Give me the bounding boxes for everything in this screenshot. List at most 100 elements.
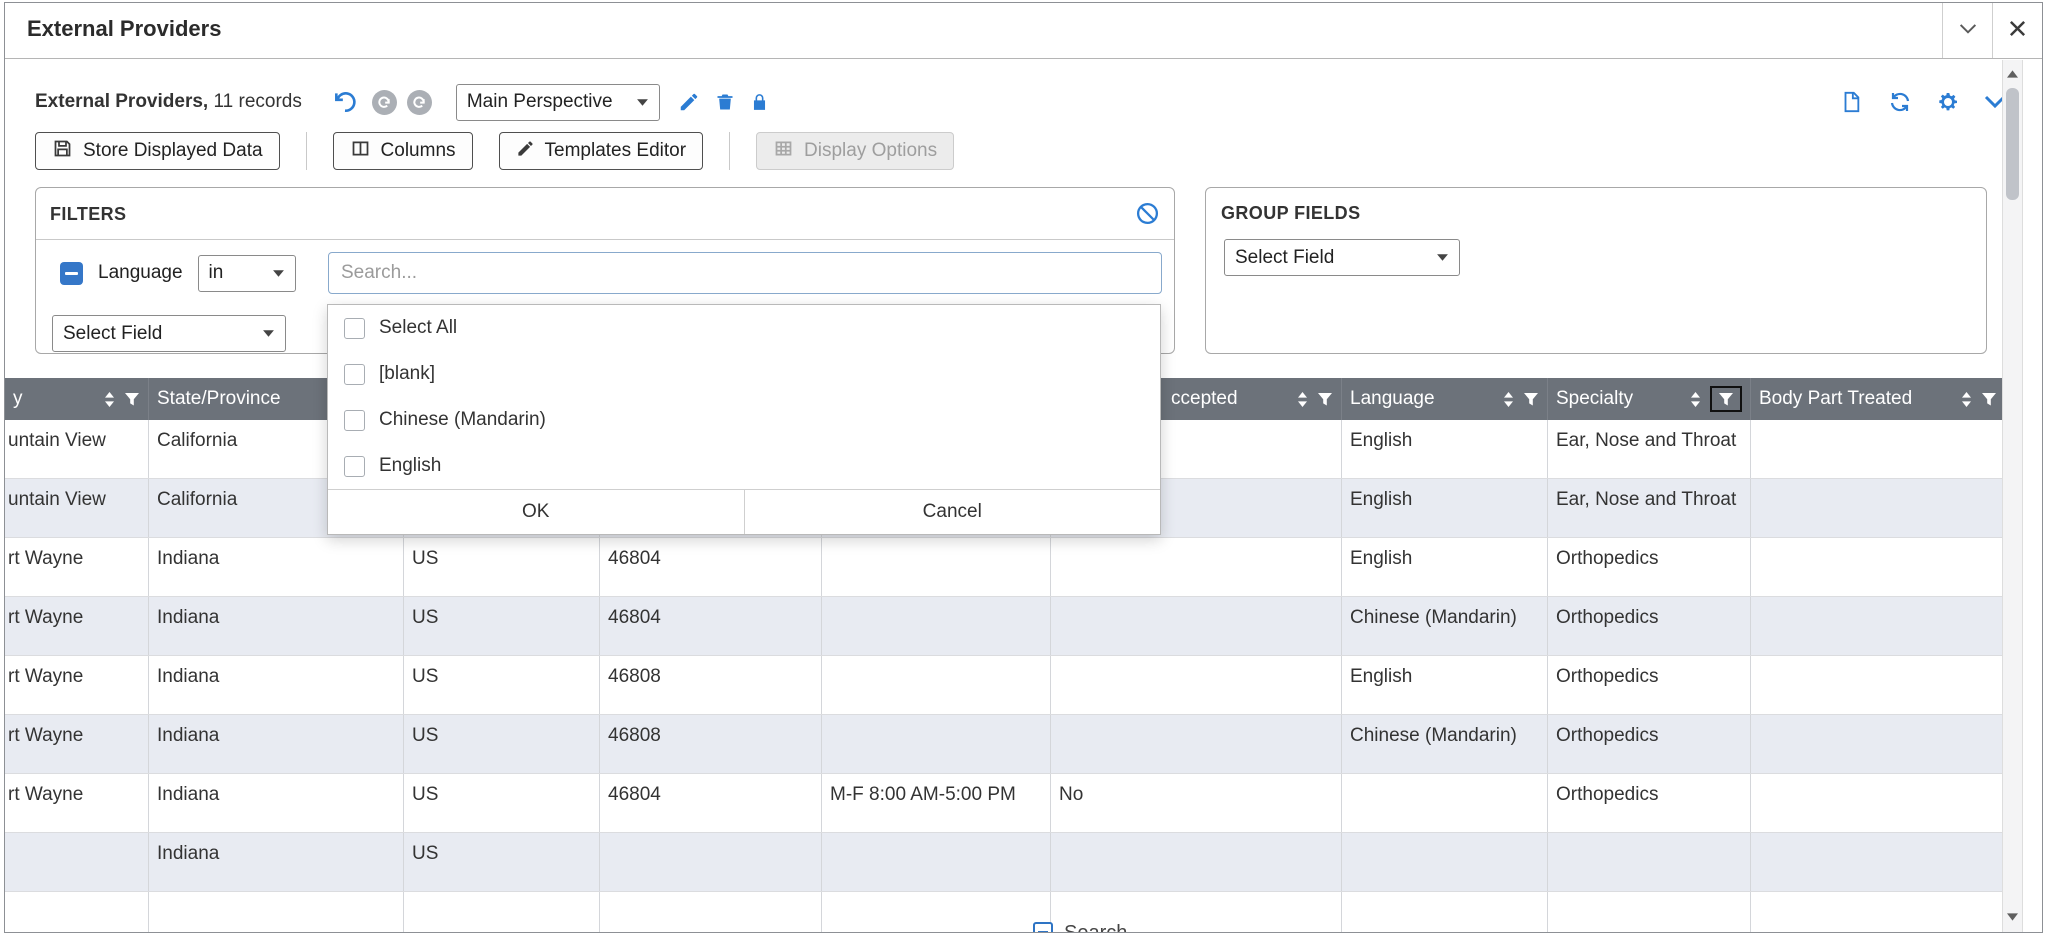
display-options-button[interactable]: Display Options <box>756 132 954 170</box>
table-cell: US <box>404 774 600 832</box>
new-document-icon[interactable] <box>1840 90 1862 114</box>
grid-icon <box>773 138 794 165</box>
footer-search[interactable]: Search <box>1033 922 1127 933</box>
settings-icon[interactable] <box>1936 90 1960 114</box>
table-cell: untain View <box>5 420 149 478</box>
table-cell <box>600 892 822 932</box>
table-row[interactable]: rt WayneIndianaUS46808EnglishOrthopedics <box>5 656 2006 715</box>
dialog-title: External Providers <box>27 16 221 42</box>
filter-value-search-input[interactable] <box>328 252 1162 294</box>
vertical-scrollbar[interactable] <box>2002 60 2023 932</box>
filters-heading: FILTERS <box>50 204 126 225</box>
table-row[interactable]: rt WayneIndianaUS46804M-F 8:00 AM-5:00 P… <box>5 774 2006 833</box>
collapse-icon <box>1959 22 1977 40</box>
table-cell: rt Wayne <box>5 656 149 714</box>
redo-icon[interactable] <box>407 90 432 115</box>
column-header[interactable]: Body Part Treated <box>1751 378 2006 420</box>
scrollbar-thumb[interactable] <box>2006 88 2019 200</box>
filter-icon[interactable] <box>1710 386 1742 412</box>
columns-button[interactable]: Columns <box>333 132 473 170</box>
filter-icon[interactable] <box>1317 392 1333 407</box>
column-header[interactable]: Language <box>1342 378 1548 420</box>
store-displayed-data-button[interactable]: Store Displayed Data <box>35 132 280 170</box>
ok-button[interactable]: OK <box>328 490 745 534</box>
table-cell: Orthopedics <box>1548 597 1751 655</box>
templates-editor-label: Templates Editor <box>545 140 687 162</box>
filter-value-option[interactable]: English <box>328 443 1160 489</box>
perspective-select[interactable]: Main Perspective <box>456 84 660 121</box>
table-row[interactable]: rt WayneIndianaUS46804Chinese (Mandarin)… <box>5 597 2006 656</box>
table-cell <box>1342 774 1548 832</box>
record-summary: External Providers, 11 records <box>35 91 302 113</box>
sort-icon[interactable] <box>1959 391 1974 408</box>
refresh-icon[interactable] <box>1888 90 1912 114</box>
filter-enabled-checkbox[interactable] <box>60 262 83 285</box>
close-dialog-button[interactable] <box>1992 3 2042 58</box>
undo-icon[interactable] <box>332 89 358 115</box>
redo-icon[interactable] <box>372 90 397 115</box>
filters-panel-header: FILTERS <box>36 188 1174 240</box>
table-row[interactable]: rt WayneIndianaUS46804EnglishOrthopedics <box>5 538 2006 597</box>
table-cell <box>822 715 1051 773</box>
delete-icon[interactable] <box>715 91 735 113</box>
column-header[interactable]: y <box>5 378 149 420</box>
table-cell <box>5 892 149 932</box>
record-count: 11 records <box>213 91 301 112</box>
table-row[interactable] <box>5 892 2006 932</box>
sort-icon[interactable] <box>1688 391 1703 408</box>
group-field-select[interactable]: Select Field <box>1224 239 1460 276</box>
checkbox-icon[interactable] <box>344 456 365 477</box>
table-cell <box>822 892 1051 932</box>
table-cell: Indiana <box>149 538 404 596</box>
table-cell: rt Wayne <box>5 538 149 596</box>
table-cell: 46804 <box>600 774 822 832</box>
scroll-down-arrow-icon[interactable] <box>2003 905 2022 929</box>
sort-icon[interactable] <box>1295 391 1310 408</box>
filter-operator-select[interactable]: in <box>198 255 296 292</box>
dropdown-buttons: OK Cancel <box>328 489 1160 534</box>
table-cell <box>404 892 600 932</box>
edit-icon[interactable] <box>678 91 700 113</box>
table-row[interactable]: rt WayneIndianaUS46808Chinese (Mandarin)… <box>5 715 2006 774</box>
table-cell: 46804 <box>600 538 822 596</box>
table-row[interactable]: IndianaUS <box>5 833 2006 892</box>
filter-value-option[interactable]: Chinese (Mandarin) <box>328 397 1160 443</box>
checkbox-icon[interactable] <box>344 410 365 431</box>
filter-row: Language in <box>60 252 296 294</box>
chevron-down-icon <box>636 98 649 107</box>
table-cell: Indiana <box>149 715 404 773</box>
table-cell: 46808 <box>600 715 822 773</box>
checkbox-icon[interactable] <box>344 364 365 385</box>
filter-value-option[interactable]: [blank] <box>328 351 1160 397</box>
sort-icon[interactable] <box>1501 391 1516 408</box>
lock-icon[interactable] <box>750 91 769 113</box>
sort-icon[interactable] <box>102 391 117 408</box>
clear-filters-icon[interactable] <box>1135 201 1160 231</box>
table-cell: M-F 8:00 AM-5:00 PM <box>822 774 1051 832</box>
checkbox-icon[interactable] <box>344 318 365 339</box>
add-filter-field-select[interactable]: Select Field <box>52 315 286 352</box>
scroll-up-arrow-icon[interactable] <box>2003 62 2022 86</box>
cancel-button[interactable]: Cancel <box>745 490 1161 534</box>
templates-editor-button[interactable]: Templates Editor <box>499 132 704 170</box>
table-cell: US <box>404 597 600 655</box>
save-icon <box>52 138 73 165</box>
table-cell: Orthopedics <box>1548 715 1751 773</box>
table-cell: Chinese (Mandarin) <box>1342 715 1548 773</box>
table-cell <box>1051 656 1342 714</box>
filter-value-option[interactable]: Select All <box>328 305 1160 351</box>
filter-icon[interactable] <box>1523 392 1539 407</box>
column-header-label: Body Part Treated <box>1759 388 1912 410</box>
chevron-down-icon <box>1436 253 1449 262</box>
table-cell <box>149 892 404 932</box>
column-header-label: y <box>13 388 23 410</box>
filter-icon[interactable] <box>124 392 140 407</box>
filter-icon[interactable] <box>1981 392 1997 407</box>
toolbar-divider <box>306 132 307 170</box>
collapse-dialog-button[interactable] <box>1942 3 1992 58</box>
table-cell <box>822 538 1051 596</box>
footer-search-label: Search <box>1064 922 1127 933</box>
table-cell: 46804 <box>600 597 822 655</box>
table-cell: Orthopedics <box>1548 538 1751 596</box>
column-header[interactable]: Specialty <box>1548 378 1751 420</box>
